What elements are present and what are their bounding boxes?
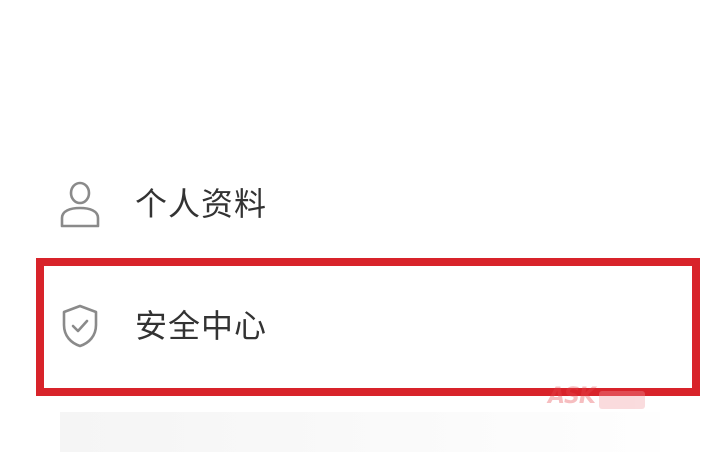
menu-item-profile[interactable]: 个人资料 — [0, 156, 720, 252]
menu-item-label: 个人资料 — [135, 185, 268, 223]
watermark-logo: ASK — [548, 384, 645, 409]
user-icon — [58, 180, 102, 228]
watermark-mark — [598, 391, 645, 409]
highlight-annotation-box — [36, 258, 700, 396]
faded-list-item — [60, 412, 660, 452]
watermark-text: ASK — [548, 384, 596, 409]
